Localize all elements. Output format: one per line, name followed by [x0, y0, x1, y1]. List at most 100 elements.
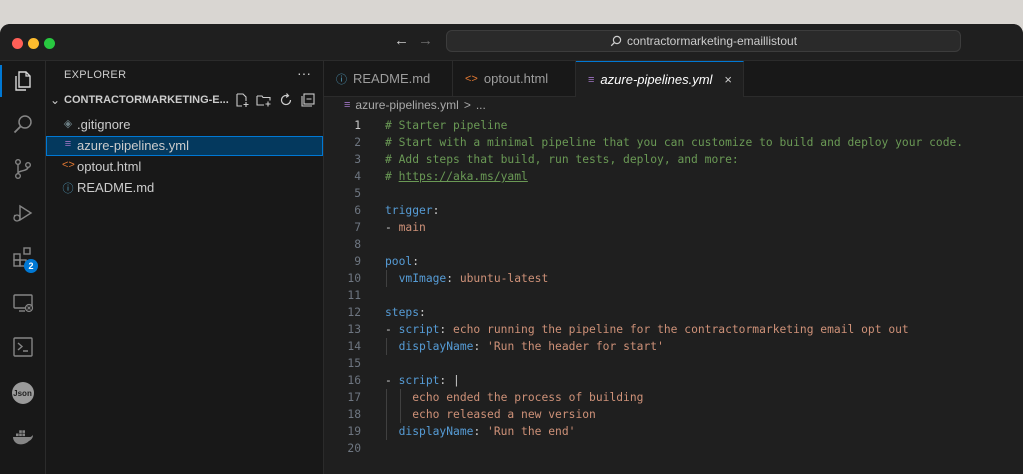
- line-number: 3: [354, 153, 361, 166]
- more-actions-icon[interactable]: ···: [297, 65, 311, 81]
- folder-actions: [234, 92, 316, 108]
- line-number: 17: [347, 391, 361, 404]
- code-link[interactable]: https://aka.ms/yaml: [399, 170, 528, 183]
- refresh-icon[interactable]: [278, 92, 294, 108]
- command-center-search[interactable]: contractormarketing-emaillistout: [446, 30, 961, 52]
- line-number: 2: [354, 136, 361, 149]
- code-token: pool: [385, 255, 413, 268]
- code-token: steps: [385, 306, 420, 319]
- new-folder-icon[interactable]: [256, 92, 272, 108]
- run-debug-icon[interactable]: [0, 193, 45, 233]
- code-token: :: [446, 272, 460, 285]
- code-token: script: [398, 323, 440, 336]
- terminal-icon[interactable]: [0, 327, 45, 367]
- sidebar-title: EXPLORER: [64, 69, 127, 81]
- file-name: README.md: [77, 180, 155, 195]
- file-item[interactable]: ⓘ README.md: [46, 178, 323, 198]
- file-name: .gitignore: [77, 117, 131, 132]
- vscode-window: ← → contractormarketing-emaillistout 2 J…: [0, 24, 1023, 474]
- yaml-file-icon: ≡: [64, 138, 72, 150]
- code-token: script: [398, 374, 440, 387]
- code-token: #: [385, 170, 399, 183]
- code-line: 4 # https://aka.ms/yaml: [324, 168, 1023, 185]
- file-item[interactable]: ≡ azure-pipelines.yml: [46, 136, 323, 156]
- source-control-icon[interactable]: [0, 149, 45, 189]
- tab-bar: ⓘ README.md <> optout.html ≡ azure-pipelines.…: [324, 61, 1023, 97]
- code-line: 18 echo released a new version: [324, 406, 1023, 423]
- extensions-icon[interactable]: 2: [0, 237, 45, 277]
- code-token: main: [398, 221, 426, 234]
- search-icon[interactable]: [0, 105, 45, 145]
- line-content: - script: |: [385, 372, 460, 389]
- code-token: :: [473, 340, 488, 353]
- tab-azure-pipelines-yml[interactable]: ≡ azure-pipelines.yml ×: [576, 61, 744, 97]
- search-icon: [610, 35, 622, 47]
- line-content: displayName: 'Run the header for start': [385, 338, 664, 355]
- code-token: # Starter pipeline: [385, 119, 508, 132]
- line-content: # Start with a minimal pipeline that you…: [385, 134, 963, 151]
- back-arrow-icon[interactable]: ←: [394, 32, 409, 49]
- code-line: 20: [324, 440, 1023, 457]
- code-line: 12 steps:: [324, 304, 1023, 321]
- html-icon: <>: [465, 72, 478, 85]
- command-center-text: contractormarketing-emaillistout: [626, 34, 798, 48]
- code-editor[interactable]: 1 # Starter pipeline 2 # Start with a minim…: [324, 117, 1023, 457]
- explorer-sidebar: EXPLORER ··· ⌄ CONTRACTORMARKETING-E... …: [46, 61, 324, 474]
- docker-icon[interactable]: [0, 417, 45, 457]
- code-line: 9 pool:: [324, 253, 1023, 270]
- line-number: 9: [354, 255, 361, 268]
- code-token: :: [473, 425, 488, 438]
- remote-explorer-icon[interactable]: [0, 283, 45, 323]
- code-token: :: [412, 255, 420, 268]
- line-number: 14: [347, 340, 361, 353]
- code-token: -: [385, 221, 399, 234]
- new-file-icon[interactable]: [234, 92, 250, 108]
- forward-arrow-icon[interactable]: →: [418, 32, 433, 49]
- code-line: 17 echo ended the process of building: [324, 389, 1023, 406]
- code-line: 6 trigger:: [324, 202, 1023, 219]
- breadcrumb-symbols[interactable]: ...: [476, 98, 486, 112]
- line-number: 15: [347, 357, 361, 370]
- explorer-icon[interactable]: [0, 61, 45, 101]
- code-line: 16 - script: |: [324, 372, 1023, 389]
- maximize-window-button[interactable]: [44, 38, 55, 49]
- file-item[interactable]: ◈ .gitignore: [46, 115, 323, 135]
- code-token: -: [385, 323, 399, 336]
- line-content: vmImage: ubuntu-latest: [385, 270, 549, 287]
- line-content: pool:: [385, 253, 419, 270]
- workspace-folder[interactable]: ⌄ CONTRACTORMARKETING-E...: [46, 90, 323, 112]
- code-line: 5: [324, 185, 1023, 202]
- file-item[interactable]: <> optout.html: [46, 157, 323, 177]
- tab-label: optout.html: [483, 71, 549, 86]
- line-content: displayName: 'Run the end': [385, 423, 576, 440]
- code-token: echo ended the process of building: [412, 391, 644, 404]
- line-content: # Starter pipeline: [385, 117, 507, 134]
- code-line: 3 # Add steps that build, run tests, depl…: [324, 151, 1023, 168]
- chevron-down-icon: ⌄: [50, 93, 61, 107]
- close-tab-icon[interactable]: ×: [724, 72, 732, 87]
- line-number: 10: [347, 272, 361, 285]
- editor-area: ⓘ README.md <> optout.html ≡ azure-pipelines.…: [324, 61, 1023, 474]
- code-token: echo running the pipeline for the contra…: [453, 323, 909, 336]
- file-name: azure-pipelines.yml: [77, 138, 189, 153]
- collapse-all-icon[interactable]: [300, 92, 316, 108]
- tab-readme-md[interactable]: ⓘ README.md: [324, 61, 453, 96]
- breadcrumb-file[interactable]: azure-pipelines.yml: [355, 98, 458, 112]
- code-token: # Start with a minimal pipeline that you…: [385, 136, 964, 149]
- line-content: - main: [385, 219, 426, 236]
- code-line: 11: [324, 287, 1023, 304]
- minimize-window-button[interactable]: [28, 38, 39, 49]
- line-content: # Add steps that build, run tests, deplo…: [385, 151, 739, 168]
- tab-optout-html[interactable]: <> optout.html: [453, 61, 576, 96]
- line-number: 5: [354, 187, 361, 200]
- tab-label: README.md: [353, 71, 431, 86]
- line-content: - script: echo running the pipeline for …: [385, 321, 909, 338]
- close-window-button[interactable]: [12, 38, 23, 49]
- line-number: 11: [347, 289, 361, 302]
- breadcrumb-separator: >: [463, 98, 471, 112]
- json-icon[interactable]: Json: [0, 373, 45, 413]
